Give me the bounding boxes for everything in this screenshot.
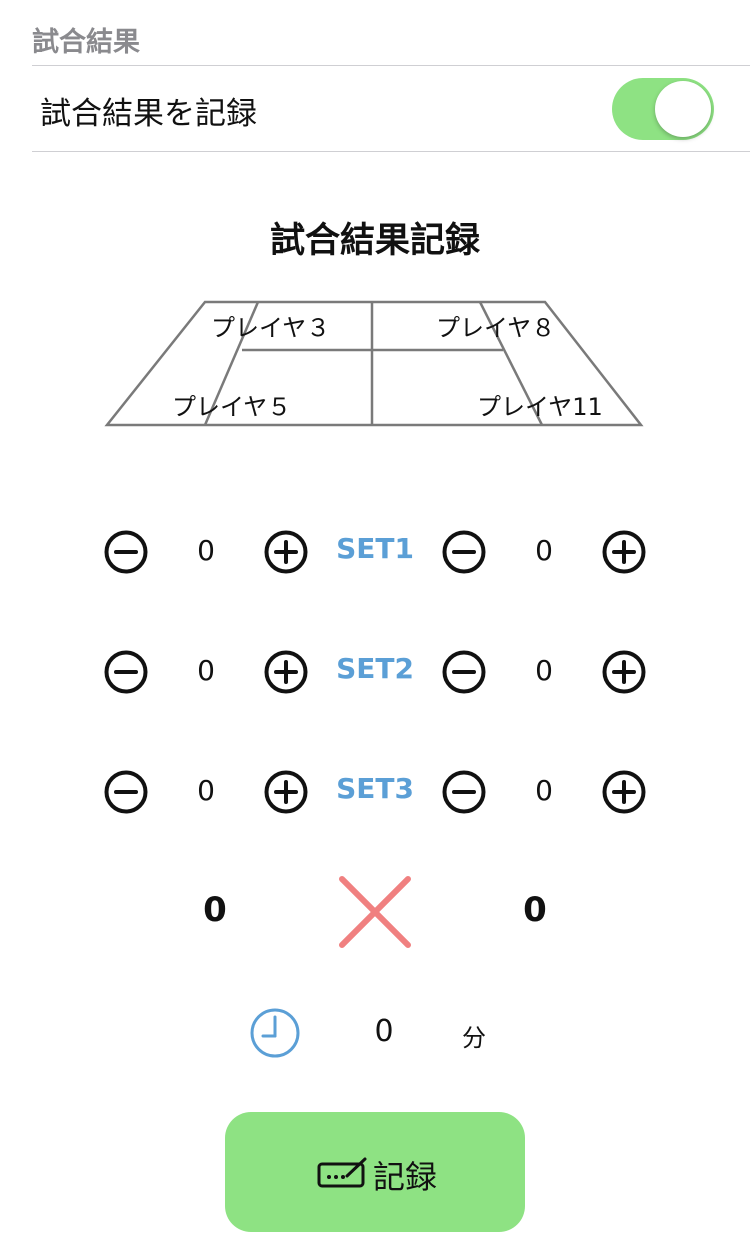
minus-circle-icon[interactable] [104,650,148,694]
minus-circle-icon[interactable] [442,650,486,694]
total-right: 0 [523,890,547,930]
minus-circle-icon[interactable] [104,770,148,814]
plus-circle-icon[interactable] [602,530,646,574]
plus-circle-icon[interactable] [264,770,308,814]
set-score-right: 0 [535,654,553,687]
set-label: SET2 [336,652,414,685]
signature-icon [317,1157,367,1188]
minus-circle-icon[interactable] [104,530,148,574]
clock-icon[interactable] [249,1007,301,1059]
total-left: 0 [203,890,227,930]
set-score-left: 0 [197,774,215,807]
close-icon[interactable] [338,875,412,949]
set-label: SET1 [336,532,414,565]
court-diagram [104,300,644,427]
save-button[interactable]: 記録 [225,1112,525,1232]
duration-unit: 分 [462,1024,486,1052]
save-button-label: 記録 [373,1158,438,1196]
set-row-1: 0 SET1 0 [0,522,750,582]
set-score-left: 0 [197,534,215,567]
duration-minutes[interactable]: 0 [354,1014,414,1049]
set-score-right: 0 [535,534,553,567]
set-score-right: 0 [535,774,553,807]
player-bottom-left[interactable]: プレイヤ５ [172,387,291,422]
plus-circle-icon[interactable] [602,770,646,814]
player-top-left[interactable]: プレイヤ３ [211,308,330,343]
set-row-3: 0 SET3 0 [0,762,750,822]
set-label: SET3 [336,772,414,805]
plus-circle-icon[interactable] [264,530,308,574]
minus-circle-icon[interactable] [442,770,486,814]
plus-circle-icon[interactable] [602,650,646,694]
set-score-left: 0 [197,654,215,687]
minus-circle-icon[interactable] [442,530,486,574]
player-top-right[interactable]: プレイヤ８ [436,308,555,343]
plus-circle-icon[interactable] [264,650,308,694]
player-bottom-right[interactable]: プレイヤ11 [477,387,603,422]
set-row-2: 0 SET2 0 [0,642,750,702]
